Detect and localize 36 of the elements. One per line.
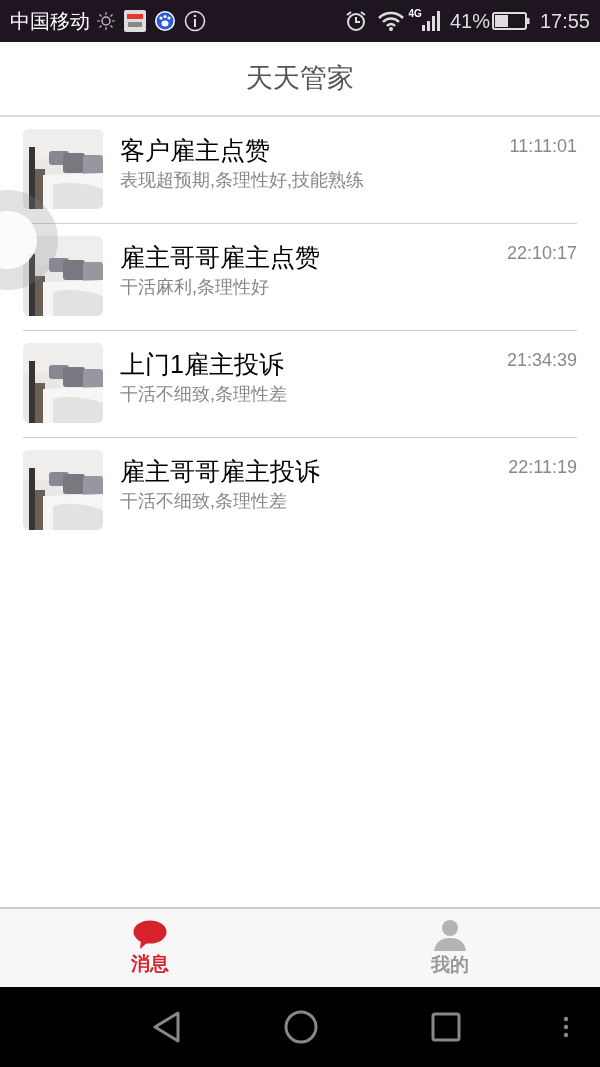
- message-time: 22:10:17: [506, 242, 577, 265]
- chat-bubble-icon: [133, 919, 167, 950]
- clock: 17:55: [539, 9, 590, 34]
- message-title: 上门1雇主投诉: [120, 349, 285, 380]
- message-time: 11:11:01: [509, 135, 577, 158]
- message-text: 表现超预期,条理性好,技能熟练: [120, 169, 365, 192]
- recent-apps-icon[interactable]: [431, 1012, 461, 1042]
- home-icon[interactable]: [284, 1010, 318, 1044]
- message-item[interactable]: 客户雇主点赞 表现超预期,条理性好,技能熟练 11:11:01: [23, 117, 577, 224]
- info-icon: [184, 10, 206, 32]
- battery-percent: 41%: [449, 9, 490, 34]
- paw-notification-icon: [154, 10, 176, 32]
- tab[interactable]: 消息: [0, 909, 300, 987]
- more-icon[interactable]: [563, 1016, 569, 1038]
- app-notification-icon: [124, 10, 146, 32]
- person-icon: [433, 918, 467, 951]
- message-item[interactable]: 上门1雇主投诉 干活不细致,条理性差 21:34:39: [23, 331, 577, 438]
- message-title: 雇主哥哥雇主投诉: [120, 456, 321, 487]
- message-text: 干活麻利,条理性好: [120, 276, 270, 299]
- alarm-icon: [344, 10, 367, 32]
- signal-icon: [421, 10, 440, 32]
- message-title: 雇主哥哥雇主点赞: [120, 242, 321, 273]
- message-title: 客户雇主点赞: [120, 135, 271, 166]
- message-item[interactable]: 雇主哥哥雇主投诉 干活不细致,条理性差 22:11:19: [23, 438, 577, 545]
- message-time: 21:34:39: [506, 349, 577, 372]
- wifi-icon: [376, 10, 405, 32]
- battery-icon: [491, 11, 530, 31]
- carrier-name: 中国移动: [10, 9, 90, 34]
- back-icon[interactable]: [152, 1011, 182, 1043]
- message-time: 22:11:19: [508, 456, 577, 479]
- brightness-icon: [96, 11, 116, 31]
- message-text: 干活不细致,条理性差: [120, 490, 288, 513]
- message-text: 干活不细致,条理性差: [120, 383, 288, 406]
- message-item[interactable]: 雇主哥哥雇主点赞 干活麻利,条理性好 22:10:17: [23, 224, 577, 331]
- network-type: 4G: [408, 7, 422, 21]
- page-title: 天天管家: [246, 62, 354, 96]
